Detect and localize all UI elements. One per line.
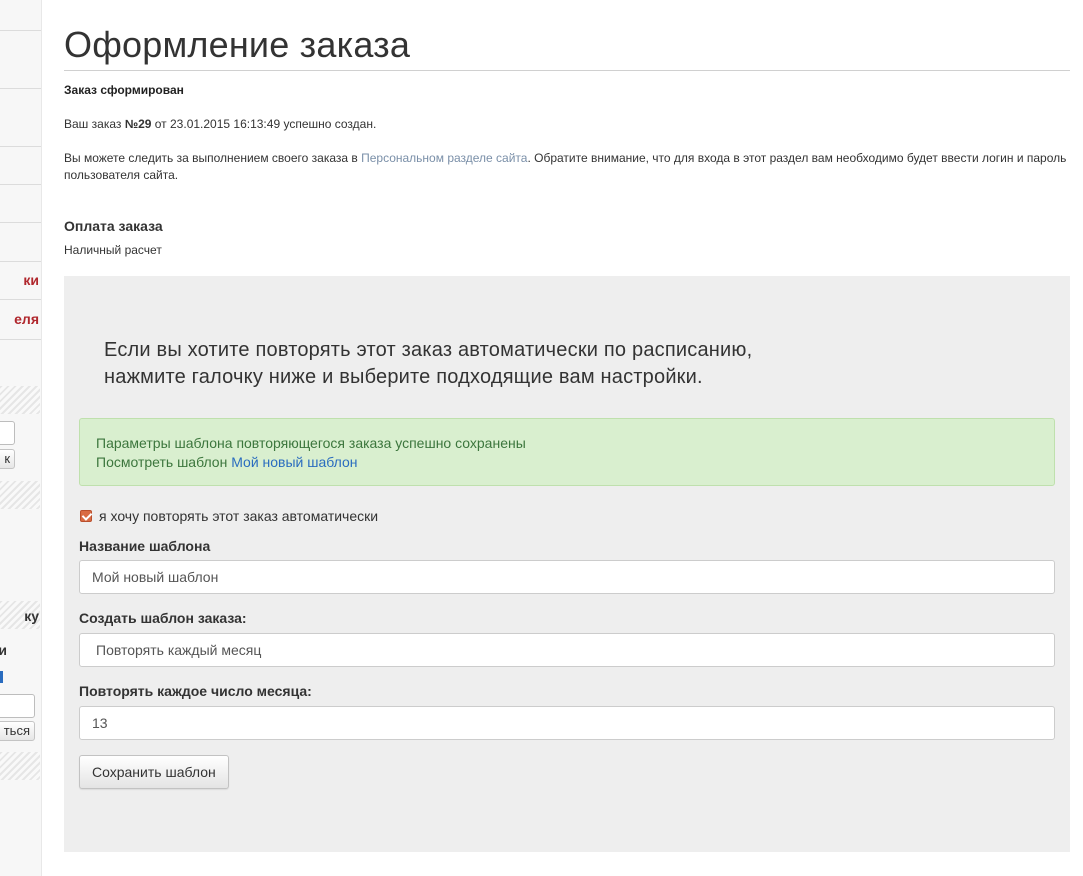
order-suffix: от 23.01.2015 16:13:49 успешно создан. — [151, 117, 377, 131]
day-of-month-label: Повторять каждое число месяца: — [79, 683, 312, 699]
sidebar-divider — [0, 184, 41, 185]
sidebar-link-2[interactable]: еля — [14, 311, 39, 327]
sidebar-divider — [0, 88, 41, 89]
alert-message: Параметры шаблона повторяющегося заказа … — [96, 435, 526, 451]
sidebar-divider — [0, 339, 41, 340]
sidebar-section-header — [0, 386, 40, 414]
sidebar-text-1: ку — [24, 608, 39, 624]
sidebar-link-1[interactable]: ки — [23, 272, 39, 288]
sidebar-button-1[interactable]: к — [0, 449, 15, 469]
left-sidebar: ки еля к ку и ться — [0, 0, 42, 876]
repeat-checkbox-row[interactable]: я хочу повторять этот заказ автоматическ… — [80, 508, 378, 524]
order-confirmation: Ваш заказ №29 от 23.01.2015 16:13:49 усп… — [64, 117, 376, 131]
info-text-before: Вы можете следить за выполнением своего … — [64, 151, 362, 165]
personal-section-info: Вы можете следить за выполнением своего … — [64, 150, 1074, 184]
payment-method: Наличный расчет — [64, 243, 162, 257]
alert-view-prefix: Посмотреть шаблон — [96, 454, 232, 470]
repeat-order-panel: Если вы хотите повторять этот заказ авто… — [64, 276, 1070, 852]
order-prefix: Ваш заказ — [64, 117, 125, 131]
sidebar-input-1[interactable] — [0, 421, 15, 445]
lead-line-2: нажмите галочку ниже и выберите подходящ… — [104, 366, 703, 388]
sidebar-divider — [0, 299, 41, 300]
sidebar-section-header — [0, 752, 40, 780]
template-link[interactable]: Мой новый шаблон — [231, 454, 357, 470]
schedule-label: Создать шаблон заказа: — [79, 610, 247, 626]
template-name-label: Название шаблона — [79, 538, 211, 554]
sidebar-divider — [0, 261, 41, 262]
day-of-month-input[interactable]: 13 — [79, 706, 1055, 740]
alert-view-line: Посмотреть шаблон Мой новый шаблон — [96, 453, 1038, 472]
repeat-order-lead: Если вы хотите повторять этот заказ авто… — [104, 337, 752, 391]
order-number: №29 — [124, 117, 152, 131]
payment-heading: Оплата заказа — [64, 218, 163, 234]
sidebar-input-2[interactable] — [0, 694, 35, 718]
repeat-checkbox-label[interactable]: я хочу повторять этот заказ автоматическ… — [99, 508, 378, 524]
sidebar-divider — [0, 30, 41, 31]
lead-line-1: Если вы хотите повторять этот заказ авто… — [104, 339, 753, 361]
sidebar-button-2[interactable]: ться — [0, 721, 35, 741]
success-alert: Параметры шаблона повторяющегося заказа … — [79, 418, 1055, 486]
order-status: Заказ сформирован — [64, 83, 184, 97]
template-name-input[interactable]: Мой новый шаблон — [79, 560, 1055, 594]
repeat-checkbox[interactable] — [80, 510, 92, 522]
save-template-button[interactable]: Сохранить шаблон — [79, 755, 229, 789]
sidebar-blue-mark — [0, 671, 3, 683]
personal-section-link[interactable]: Персональном разделе сайта — [361, 151, 527, 165]
schedule-select[interactable]: Повторять каждый месяц — [79, 633, 1055, 667]
page-title: Оформление заказа — [64, 24, 411, 65]
sidebar-divider — [0, 146, 41, 147]
title-divider — [64, 70, 1070, 71]
sidebar-divider — [0, 222, 41, 223]
sidebar-text-2: и — [0, 642, 7, 658]
sidebar-section-header — [0, 481, 40, 509]
